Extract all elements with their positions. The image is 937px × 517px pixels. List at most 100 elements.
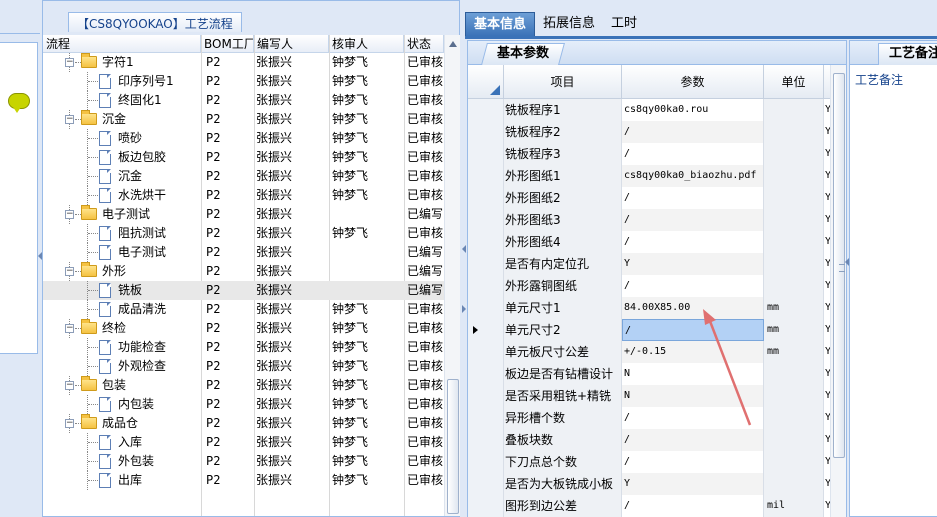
tree-row[interactable]: − 字符1 P2 张振兴 钟梦飞 已审核 <box>43 53 444 72</box>
tree-node[interactable]: − 字符1 <box>43 53 201 72</box>
tree-node[interactable]: 功能检查 <box>43 338 201 357</box>
tree-node[interactable]: − 终检 <box>43 319 201 338</box>
expander-minus-icon[interactable]: − <box>65 58 74 67</box>
grid-select-all-cell[interactable] <box>468 65 504 98</box>
tree-node[interactable]: − 外形 <box>43 262 201 281</box>
tree-node[interactable]: − 电子测试 <box>43 205 201 224</box>
tree-row[interactable]: 外包装 P2 张振兴 钟梦飞 已审核 <box>43 452 444 471</box>
tree-row[interactable]: 内包装 P2 张振兴 钟梦飞 已审核 <box>43 395 444 414</box>
tree-row[interactable]: 成品清洗 P2 张振兴 钟梦飞 已审核 <box>43 300 444 319</box>
cell-param[interactable]: / <box>622 121 764 143</box>
tree-scrollbar-thumb[interactable] <box>447 379 459 514</box>
cell-param[interactable]: / <box>622 231 764 253</box>
tree-row[interactable]: 出库 P2 张振兴 钟梦飞 已审核 <box>43 471 444 490</box>
tree-row[interactable]: 功能检查 P2 张振兴 钟梦飞 已审核 <box>43 338 444 357</box>
cell-param[interactable]: Y <box>622 253 764 275</box>
cell-param[interactable]: N <box>622 385 764 407</box>
grid-scrollbar-thumb[interactable] <box>833 73 845 458</box>
row-selector[interactable] <box>468 231 504 253</box>
row-selector[interactable] <box>468 319 504 341</box>
tree-node[interactable]: 终固化1 <box>43 91 201 110</box>
grid-row[interactable]: 外形露铜图纸 / Y <box>468 275 846 297</box>
column-header-bom-factory[interactable]: BOM工厂 <box>201 35 254 53</box>
tree-row[interactable]: 水洗烘干 P2 张振兴 钟梦飞 已审核 <box>43 186 444 205</box>
tree-row[interactable]: − 包装 P2 张振兴 钟梦飞 已审核 <box>43 376 444 395</box>
grid-row[interactable]: 是否为大板铣成小板 Y Y <box>468 473 846 495</box>
grid-row[interactable]: 外形图纸2/Y <box>468 187 846 209</box>
row-selector[interactable] <box>468 407 504 429</box>
tree-scrollbar[interactable] <box>444 35 460 516</box>
tab-basic-info[interactable]: 基本信息 <box>465 12 536 36</box>
cell-param[interactable]: Y <box>622 473 764 495</box>
row-selector[interactable] <box>468 429 504 451</box>
tree-node[interactable]: 水洗烘干 <box>43 186 201 205</box>
row-selector[interactable] <box>468 495 504 517</box>
tree-node[interactable]: 印序列号1 <box>43 72 201 91</box>
expander-minus-icon[interactable]: − <box>65 381 74 390</box>
tree-row[interactable]: 入库 P2 张振兴 钟梦飞 已审核 <box>43 433 444 452</box>
grid-scrollbar[interactable] <box>830 65 846 517</box>
grid-row[interactable]: 外形图纸1 cs8qy00ka0_biaozhu.pdf Y <box>468 165 846 187</box>
cell-param[interactable]: +/-0.15 <box>622 341 764 363</box>
cell-param[interactable]: cs8qy00ka0.rou <box>622 99 764 121</box>
tree-row[interactable]: − 终检 P2 张振兴 钟梦飞 已审核 <box>43 319 444 338</box>
tree-row[interactable]: 铣板 P2 张振兴 已编写 <box>43 281 444 300</box>
column-header-process[interactable]: 流程 <box>43 35 201 53</box>
grid-row[interactable]: 下刀点总个数 / Y <box>468 451 846 473</box>
tree-row[interactable]: 喷砂 P2 张振兴 钟梦飞 已审核 <box>43 129 444 148</box>
cell-param[interactable]: / <box>622 429 764 451</box>
expander-minus-icon[interactable]: − <box>65 419 74 428</box>
tree-node[interactable]: 板边包胶 <box>43 148 201 167</box>
tree-node[interactable]: 喷砂 <box>43 129 201 148</box>
expander-minus-icon[interactable]: − <box>65 324 74 333</box>
column-header-author[interactable]: 编写人 <box>254 35 329 53</box>
tree-node[interactable]: − 沉金 <box>43 110 201 129</box>
row-selector[interactable] <box>468 341 504 363</box>
row-selector[interactable] <box>468 385 504 407</box>
tree-node[interactable]: 内包装 <box>43 395 201 414</box>
column-header-reviewer[interactable]: 核审人 <box>329 35 404 53</box>
cell-param[interactable]: / <box>622 407 764 429</box>
grid-row[interactable]: 单元板尺寸公差 +/-0.15 mm Y <box>468 341 846 363</box>
tab-work-hours[interactable]: 工时 <box>603 12 645 36</box>
tree-node[interactable]: 入库 <box>43 433 201 452</box>
tree-node[interactable]: 沉金 <box>43 167 201 186</box>
row-selector[interactable] <box>468 99 504 121</box>
center-splitter-expand-icon[interactable] <box>462 305 466 313</box>
grid-row[interactable]: 是否有内定位孔 Y Y <box>468 253 846 275</box>
row-selector[interactable] <box>468 451 504 473</box>
center-splitter-collapse-icon[interactable] <box>462 245 466 253</box>
tree-row[interactable]: 板边包胶 P2 张振兴 钟梦飞 已审核 <box>43 148 444 167</box>
column-header-param[interactable]: 参数 <box>622 65 764 98</box>
row-selector[interactable] <box>468 253 504 275</box>
tab-process-notes[interactable]: 工艺备注 <box>878 43 937 65</box>
cell-param[interactable]: N <box>622 363 764 385</box>
column-header-item[interactable]: 项目 <box>504 65 622 98</box>
tree-row[interactable]: 终固化1 P2 张振兴 钟梦飞 已审核 <box>43 91 444 110</box>
tree-node[interactable]: 出库 <box>43 471 201 490</box>
row-selector[interactable] <box>468 121 504 143</box>
grid-row[interactable]: 叠板块数 / Y <box>468 429 846 451</box>
row-selector[interactable] <box>468 297 504 319</box>
tree-row[interactable]: 阻抗测试 P2 张振兴 钟梦飞 已审核 <box>43 224 444 243</box>
row-selector[interactable] <box>468 209 504 231</box>
expander-minus-icon[interactable]: − <box>65 267 74 276</box>
tree-node[interactable]: 阻抗测试 <box>43 224 201 243</box>
grid-row[interactable]: 铣板程序2/Y <box>468 121 846 143</box>
row-selector[interactable] <box>468 363 504 385</box>
row-selector[interactable] <box>468 275 504 297</box>
cell-param[interactable]: / <box>622 451 764 473</box>
grid-row[interactable]: 板边是否有钻槽设计 N Y <box>468 363 846 385</box>
column-header-status[interactable]: 状态 <box>404 35 444 53</box>
grid-row[interactable]: 铣板程序1 cs8qy00ka0.rou Y <box>468 99 846 121</box>
cell-param[interactable]: 84.00X85.00 <box>622 297 764 319</box>
tree-node[interactable]: − 成品仓 <box>43 414 201 433</box>
tree-node[interactable]: 成品清洗 <box>43 300 201 319</box>
grid-row[interactable]: 单元尺寸2/mm Y <box>468 319 846 341</box>
tree-node[interactable]: 电子测试 <box>43 243 201 262</box>
grid-row[interactable]: 图形到边公差 / mil Y <box>468 495 846 517</box>
tree-node[interactable]: − 包装 <box>43 376 201 395</box>
tree-row[interactable]: 印序列号1 P2 张振兴 钟梦飞 已审核 <box>43 72 444 91</box>
column-header-unit[interactable]: 单位 <box>764 65 824 98</box>
expander-minus-icon[interactable]: − <box>65 210 74 219</box>
